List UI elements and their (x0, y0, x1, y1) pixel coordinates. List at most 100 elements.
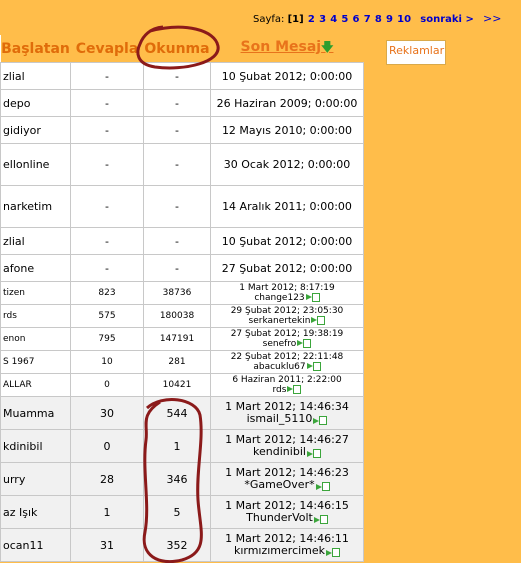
row-started-by[interactable]: enon (0, 327, 71, 351)
go-to-last-post-icon[interactable] (315, 481, 330, 491)
table-row: depo - -26 Haziran 2009; 0:00:00 (0, 89, 364, 117)
header-last-post[interactable]: Son Mesaj🡇 (210, 35, 364, 63)
row-started-by[interactable]: zlial (0, 62, 71, 90)
last-post-author[interactable]: serkanertekin (249, 316, 311, 326)
last-post-author[interactable]: change123 (254, 293, 304, 303)
row-started-by[interactable]: afone (0, 254, 71, 282)
go-to-last-post-icon[interactable] (326, 547, 341, 557)
last-post-date: 1 Mart 2012; 8:17:19 (239, 283, 335, 293)
row-started-by[interactable]: kdinibil (0, 429, 71, 463)
row-views: 352 (143, 528, 211, 562)
go-to-last-post-icon[interactable] (313, 415, 328, 425)
page-link-3[interactable]: 3 (319, 14, 326, 25)
go-to-last-post-icon[interactable] (305, 293, 320, 302)
table-row: afone - -27 Şubat 2012; 0:00:00 (0, 254, 364, 282)
last-post-date: 12 Mayıs 2010; 0:00:00 (221, 123, 353, 137)
row-last-post: 27 Şubat 2012; 19:38:19 senefro (210, 327, 364, 351)
row-started-by[interactable]: narketim (0, 185, 71, 228)
pagination-current: [1] (287, 14, 304, 25)
page-link-6[interactable]: 6 (353, 14, 360, 25)
row-last-post: 1 Mart 2012; 14:46:34 ismail_5110 (210, 396, 364, 430)
row-last-post: 30 Ocak 2012; 0:00:00 (210, 143, 364, 186)
go-to-last-post-icon[interactable] (306, 362, 321, 371)
last-post-author[interactable]: ismail_5110 (247, 413, 313, 425)
table-row: urry 28 346 1 Mart 2012; 14:46:23 *GameOver* (0, 462, 364, 496)
table-row: ALLAR 0 10421 6 Haziran 2011; 2:22:00 rds (0, 373, 364, 397)
page-link-9[interactable]: 9 (386, 14, 393, 25)
page-link-7[interactable]: 7 (364, 14, 371, 25)
row-views: 544 (143, 396, 211, 430)
table-row: zlial - -10 Şubat 2012; 0:00:00 (0, 62, 364, 90)
header-views[interactable]: Okunma (143, 35, 211, 63)
row-replies: 28 (70, 462, 144, 496)
row-last-post: 12 Mayıs 2010; 0:00:00 (210, 116, 364, 144)
row-views: - (143, 227, 211, 255)
last-post-date: 10 Şubat 2012; 0:00:00 (221, 69, 353, 83)
header-started-by[interactable]: Başlatan (0, 35, 71, 63)
last-post-author[interactable]: rds (273, 385, 287, 395)
row-last-post: 1 Mart 2012; 14:46:27 kendinibil (210, 429, 364, 463)
row-started-by[interactable]: zlial (0, 227, 71, 255)
last-post-author[interactable]: kırmızımercimek (234, 545, 325, 557)
go-to-last-post-icon[interactable] (306, 448, 321, 458)
table-row: rds 575 180038 29 Şubat 2012; 23:05:30 serka… (0, 304, 364, 328)
row-started-by[interactable]: S 1967 (0, 350, 71, 374)
row-views: 147191 (143, 327, 211, 351)
row-views: 10421 (143, 373, 211, 397)
row-started-by[interactable]: Muamma (0, 396, 71, 430)
last-post-author[interactable]: abacuklu67 (253, 362, 305, 372)
row-started-by[interactable]: ellonline (0, 143, 71, 186)
row-views: - (143, 254, 211, 282)
last-post-author[interactable]: senefro (263, 339, 297, 349)
last-post-date: 27 Şubat 2012; 19:38:19 (230, 329, 344, 339)
row-started-by[interactable]: tizen (0, 281, 71, 305)
table-row: tizen 823 38736 1 Mart 2012; 8:17:19 change1… (0, 281, 364, 305)
table-row: zlial - -10 Şubat 2012; 0:00:00 (0, 227, 364, 255)
go-to-last-post-icon[interactable] (311, 316, 326, 325)
row-started-by[interactable]: rds (0, 304, 71, 328)
last-post-date: 22 Şubat 2012; 22:11:48 (230, 352, 344, 362)
row-replies: 575 (70, 304, 144, 328)
last-post-date: 6 Haziran 2011; 2:22:00 (232, 375, 342, 385)
row-views: - (143, 116, 211, 144)
last-post-author[interactable]: *GameOver* (244, 479, 314, 491)
row-last-post: 29 Şubat 2012; 23:05:30 serkanertekin (210, 304, 364, 328)
row-started-by[interactable]: gidiyor (0, 116, 71, 144)
last-post-author[interactable]: kendinibil (253, 446, 306, 458)
row-replies: 795 (70, 327, 144, 351)
row-started-by[interactable]: az Işık (0, 495, 71, 529)
header-replies[interactable]: Cevapla (70, 35, 144, 63)
arrow-down-icon: 🡇 (321, 40, 334, 54)
next-page-link[interactable]: sonraki > (420, 14, 474, 25)
page-link-4[interactable]: 4 (330, 14, 337, 25)
last-post-date: 10 Şubat 2012; 0:00:00 (221, 234, 353, 248)
row-replies: - (70, 143, 144, 186)
row-started-by[interactable]: depo (0, 89, 71, 117)
table-row: ocan11 31 352 1 Mart 2012; 14:46:11 kırmızım… (0, 528, 364, 562)
row-last-post: 1 Mart 2012; 14:46:23 *GameOver* (210, 462, 364, 496)
row-replies: - (70, 89, 144, 117)
page-link-2[interactable]: 2 (308, 14, 315, 25)
row-started-by[interactable]: urry (0, 462, 71, 496)
row-started-by[interactable]: ALLAR (0, 373, 71, 397)
row-views: - (143, 89, 211, 117)
row-last-post: 22 Şubat 2012; 22:11:48 abacuklu67 (210, 350, 364, 374)
go-to-last-post-icon[interactable] (313, 514, 328, 524)
go-to-last-post-icon[interactable] (297, 339, 312, 348)
last-page-link[interactable]: >> (483, 12, 501, 25)
row-last-post: 1 Mart 2012; 14:46:15 ThunderVolt (210, 495, 364, 529)
page-link-10[interactable]: 10 (397, 14, 411, 25)
go-to-last-post-icon[interactable] (287, 385, 302, 394)
table-row: Muamma 30 544 1 Mart 2012; 14:46:34 ismail_5… (0, 396, 364, 430)
row-started-by[interactable]: ocan11 (0, 528, 71, 562)
row-views: 180038 (143, 304, 211, 328)
row-views: - (143, 143, 211, 186)
row-replies: - (70, 116, 144, 144)
row-replies: 823 (70, 281, 144, 305)
row-last-post: 10 Şubat 2012; 0:00:00 (210, 62, 364, 90)
page-link-8[interactable]: 8 (375, 14, 382, 25)
page-link-5[interactable]: 5 (341, 14, 348, 25)
row-replies: - (70, 185, 144, 228)
pagination-label: Sayfa: (253, 14, 285, 25)
last-post-author[interactable]: ThunderVolt (246, 512, 313, 524)
